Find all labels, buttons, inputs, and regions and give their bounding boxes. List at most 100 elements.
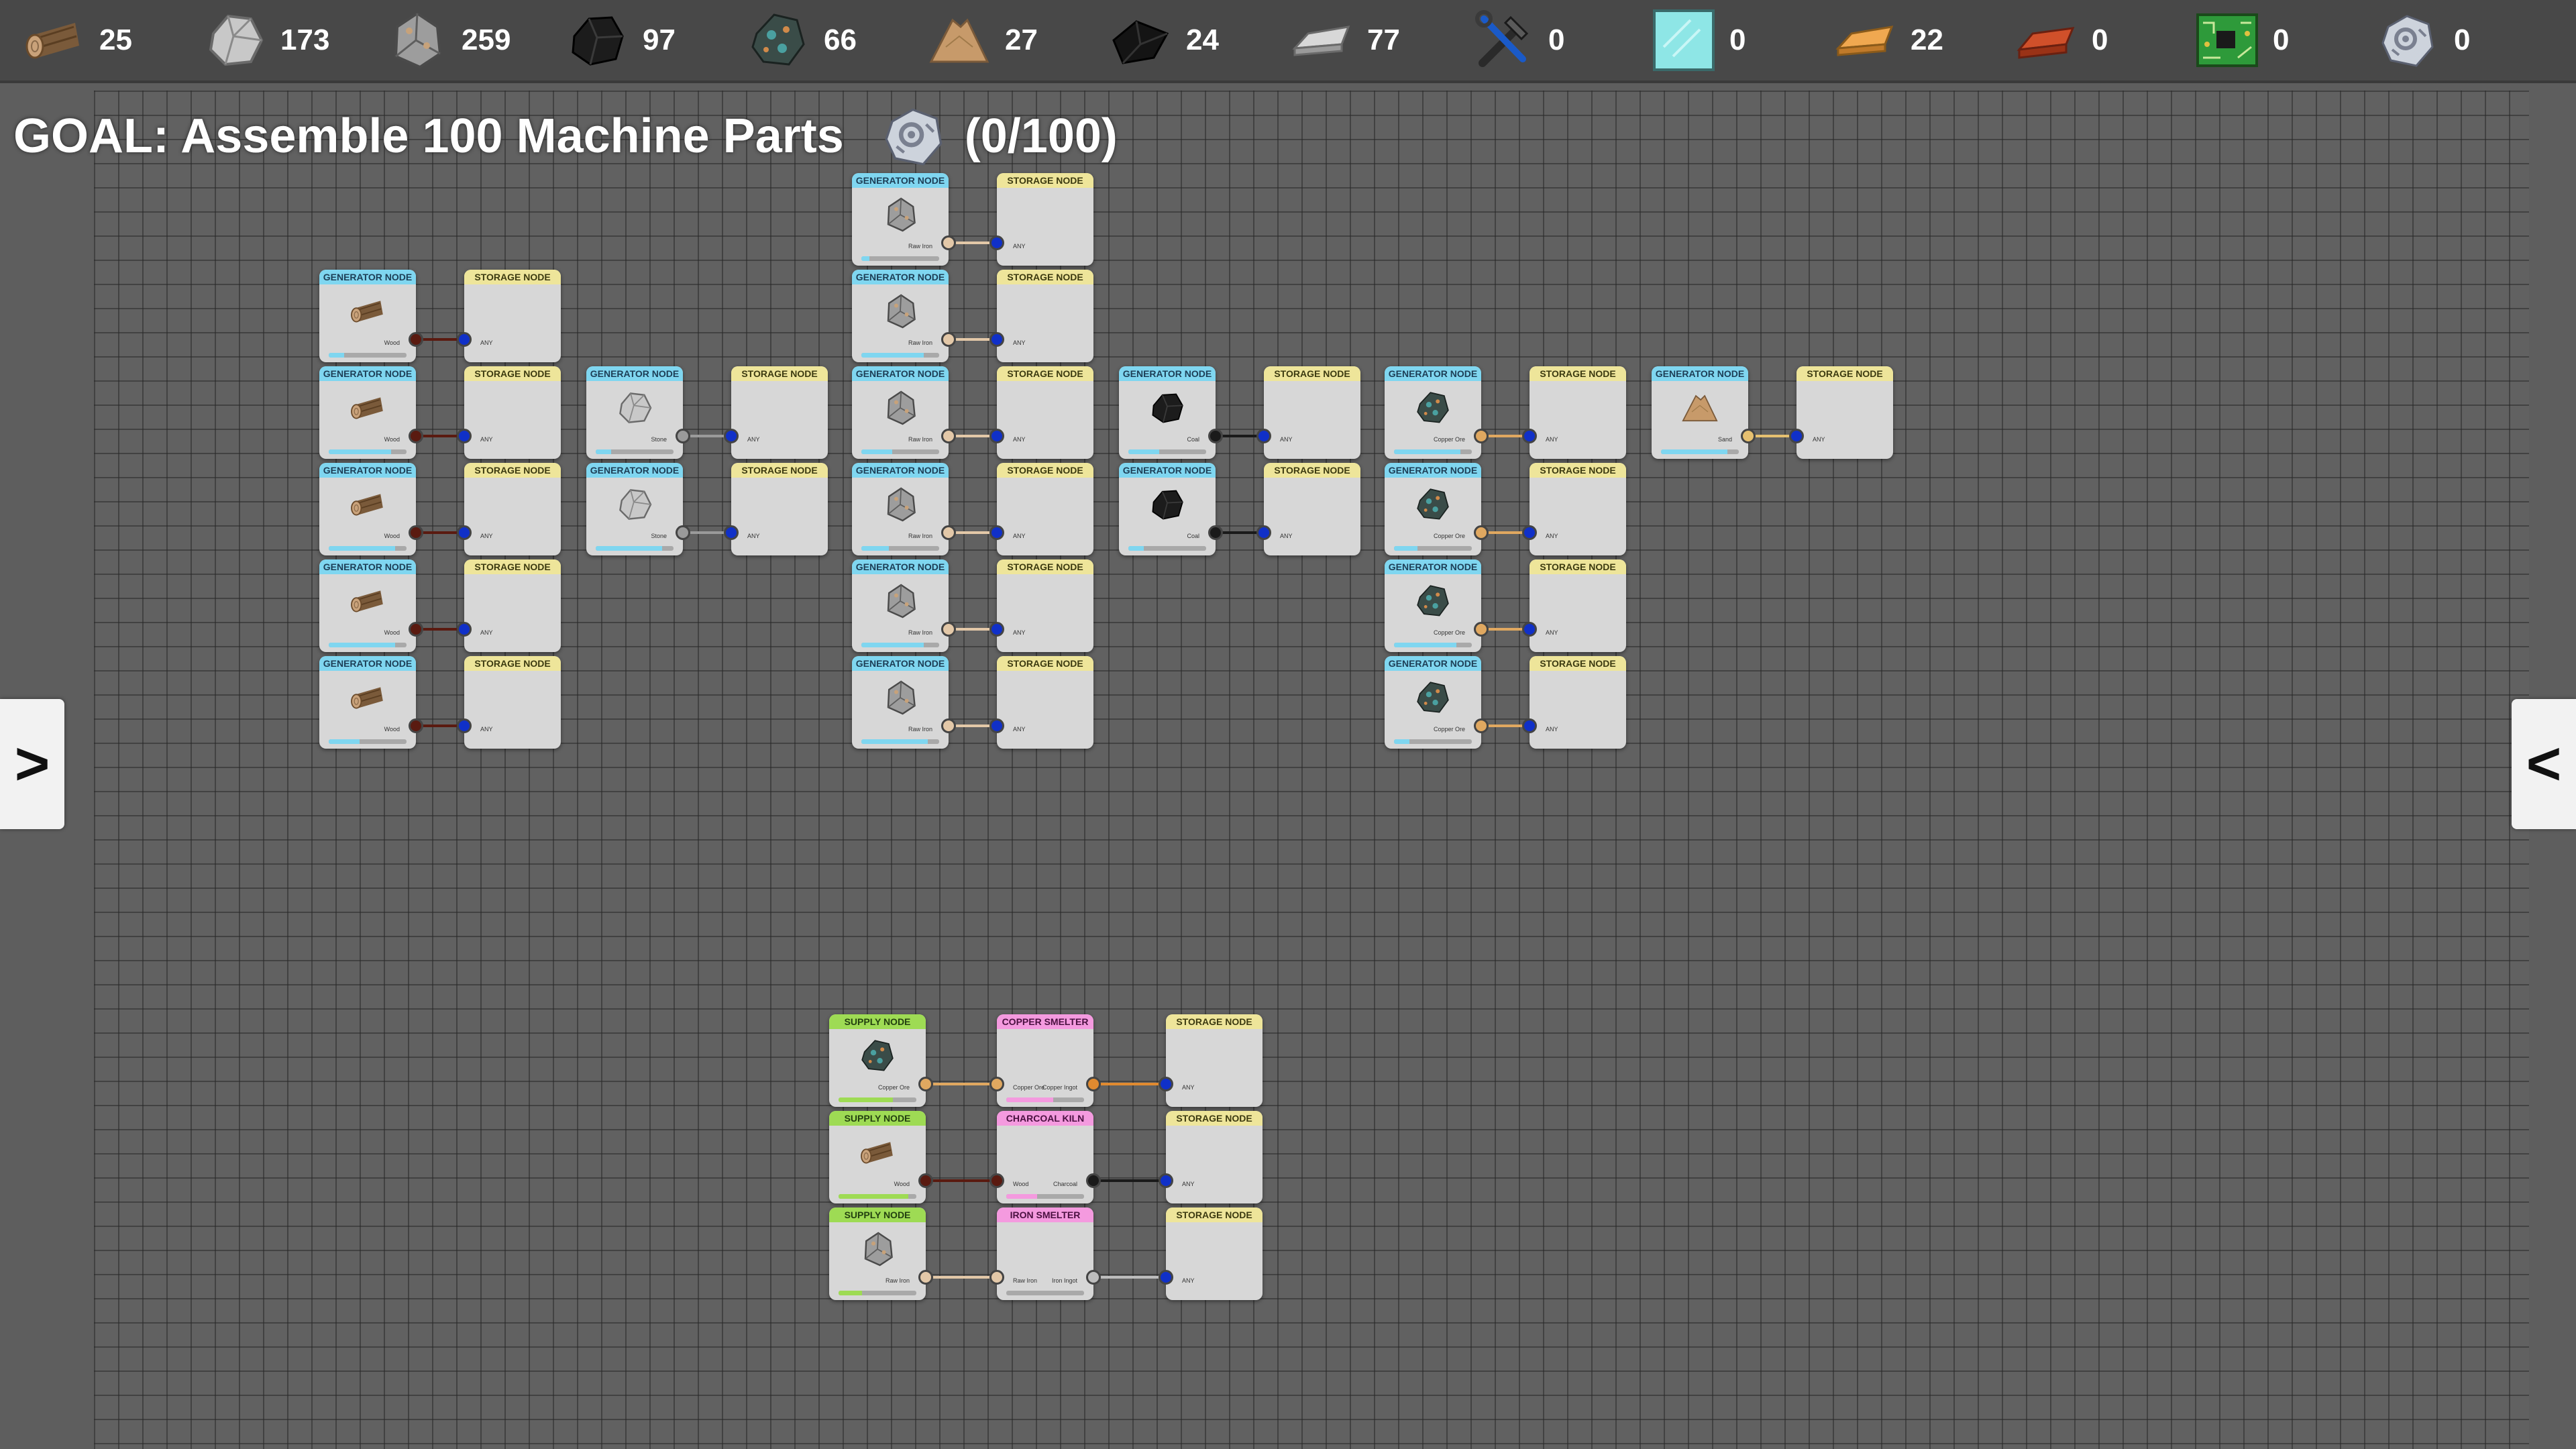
output-port[interactable] xyxy=(918,1270,933,1285)
generator-node-stone[interactable]: GENERATOR NODE Stone xyxy=(586,366,690,459)
input-port[interactable] xyxy=(1522,525,1537,540)
input-port[interactable] xyxy=(1522,718,1537,733)
storage-node[interactable]: STORAGE NODE ANY xyxy=(1256,366,1360,459)
output-port[interactable] xyxy=(409,429,423,443)
input-port[interactable] xyxy=(1159,1173,1173,1188)
storage-node[interactable]: STORAGE NODE ANY xyxy=(1522,366,1626,459)
storage-node[interactable]: STORAGE NODE ANY xyxy=(1159,1208,1263,1300)
input-port[interactable] xyxy=(989,235,1004,250)
input-port[interactable] xyxy=(457,718,472,733)
generator-node-wood[interactable]: GENERATOR NODE Wood xyxy=(319,270,423,362)
storage-node[interactable]: STORAGE NODE ANY xyxy=(989,366,1093,459)
output-port[interactable] xyxy=(409,332,423,347)
generator-node-wood[interactable]: GENERATOR NODE Wood xyxy=(319,366,423,459)
generator-node-copper-ore[interactable]: GENERATOR NODE Copper Ore xyxy=(1385,366,1489,459)
copper-smelter-node[interactable]: COPPER SMELTER Copper Ore Copper Ingot xyxy=(989,1014,1101,1107)
output-port[interactable] xyxy=(1208,429,1223,443)
iron-smelter-node[interactable]: IRON SMELTER Raw Iron Iron Ingot xyxy=(989,1208,1101,1300)
storage-node[interactable]: STORAGE NODE ANY xyxy=(989,173,1093,266)
input-port[interactable] xyxy=(1789,429,1804,443)
generator-node-raw-iron[interactable]: GENERATOR NODE Raw Iron xyxy=(852,463,956,555)
input-port[interactable] xyxy=(1159,1077,1173,1091)
storage-node[interactable]: STORAGE NODE ANY xyxy=(1789,366,1893,459)
output-port[interactable] xyxy=(409,622,423,637)
storage-node[interactable]: STORAGE NODE ANY xyxy=(724,366,828,459)
generator-node-coal[interactable]: GENERATOR NODE Coal xyxy=(1119,366,1223,459)
supply-node-wood[interactable]: SUPPLY NODE Wood xyxy=(829,1111,933,1203)
input-port[interactable] xyxy=(457,525,472,540)
generator-node-copper-ore[interactable]: GENERATOR NODE Copper Ore xyxy=(1385,559,1489,652)
input-port[interactable] xyxy=(457,332,472,347)
input-port[interactable] xyxy=(1159,1270,1173,1285)
generator-node-copper-ore[interactable]: GENERATOR NODE Copper Ore xyxy=(1385,656,1489,749)
output-port[interactable] xyxy=(1086,1077,1101,1091)
input-port[interactable] xyxy=(989,1173,1004,1188)
open-right-panel-button[interactable]: < xyxy=(2512,699,2576,829)
storage-node[interactable]: STORAGE NODE ANY xyxy=(1522,559,1626,652)
output-port[interactable] xyxy=(1474,525,1489,540)
output-port[interactable] xyxy=(1208,525,1223,540)
output-port[interactable] xyxy=(941,622,956,637)
input-port[interactable] xyxy=(724,525,739,540)
output-port[interactable] xyxy=(409,525,423,540)
input-port[interactable] xyxy=(989,1077,1004,1091)
storage-node[interactable]: STORAGE NODE ANY xyxy=(1159,1014,1263,1107)
storage-node[interactable]: STORAGE NODE ANY xyxy=(1159,1111,1263,1203)
output-port[interactable] xyxy=(1741,429,1756,443)
storage-node[interactable]: STORAGE NODE ANY xyxy=(457,463,561,555)
input-port[interactable] xyxy=(989,429,1004,443)
supply-node-raw-iron[interactable]: SUPPLY NODE Raw Iron xyxy=(829,1208,933,1300)
output-port[interactable] xyxy=(409,718,423,733)
input-port[interactable] xyxy=(989,332,1004,347)
output-port[interactable] xyxy=(941,525,956,540)
supply-node-copper-ore[interactable]: SUPPLY NODE Copper Ore xyxy=(829,1014,933,1107)
input-port[interactable] xyxy=(1522,429,1537,443)
generator-node-wood[interactable]: GENERATOR NODE Wood xyxy=(319,463,423,555)
storage-node[interactable]: STORAGE NODE ANY xyxy=(1522,463,1626,555)
storage-node[interactable]: STORAGE NODE ANY xyxy=(457,656,561,749)
storage-node[interactable]: STORAGE NODE ANY xyxy=(457,559,561,652)
factory-grid[interactable] xyxy=(94,91,2529,1449)
open-left-panel-button[interactable]: > xyxy=(0,699,64,829)
generator-node-raw-iron[interactable]: GENERATOR NODE Raw Iron xyxy=(852,366,956,459)
input-port[interactable] xyxy=(1256,525,1271,540)
input-port[interactable] xyxy=(989,1270,1004,1285)
output-port[interactable] xyxy=(1474,429,1489,443)
input-port[interactable] xyxy=(989,718,1004,733)
storage-node[interactable]: STORAGE NODE ANY xyxy=(989,559,1093,652)
output-port[interactable] xyxy=(676,429,690,443)
generator-node-raw-iron[interactable]: GENERATOR NODE Raw Iron xyxy=(852,559,956,652)
storage-node[interactable]: STORAGE NODE ANY xyxy=(1256,463,1360,555)
generator-node-raw-iron[interactable]: GENERATOR NODE Raw Iron xyxy=(852,173,956,266)
input-port[interactable] xyxy=(457,429,472,443)
storage-node[interactable]: STORAGE NODE ANY xyxy=(457,366,561,459)
generator-node-stone[interactable]: GENERATOR NODE Stone xyxy=(586,463,690,555)
storage-node[interactable]: STORAGE NODE ANY xyxy=(724,463,828,555)
storage-node[interactable]: STORAGE NODE ANY xyxy=(989,463,1093,555)
generator-node-wood[interactable]: GENERATOR NODE Wood xyxy=(319,559,423,652)
output-port[interactable] xyxy=(1086,1173,1101,1188)
storage-node[interactable]: STORAGE NODE ANY xyxy=(989,656,1093,749)
input-port[interactable] xyxy=(457,622,472,637)
output-port[interactable] xyxy=(676,525,690,540)
storage-node[interactable]: STORAGE NODE ANY xyxy=(989,270,1093,362)
output-port[interactable] xyxy=(941,235,956,250)
output-port[interactable] xyxy=(918,1173,933,1188)
storage-node[interactable]: STORAGE NODE ANY xyxy=(457,270,561,362)
output-port[interactable] xyxy=(918,1077,933,1091)
input-port[interactable] xyxy=(1256,429,1271,443)
generator-node-raw-iron[interactable]: GENERATOR NODE Raw Iron xyxy=(852,656,956,749)
output-port[interactable] xyxy=(1474,718,1489,733)
input-port[interactable] xyxy=(1522,622,1537,637)
output-port[interactable] xyxy=(941,429,956,443)
input-port[interactable] xyxy=(989,525,1004,540)
input-port[interactable] xyxy=(724,429,739,443)
output-port[interactable] xyxy=(1086,1270,1101,1285)
generator-node-raw-iron[interactable]: GENERATOR NODE Raw Iron xyxy=(852,270,956,362)
output-port[interactable] xyxy=(941,718,956,733)
generator-node-coal[interactable]: GENERATOR NODE Coal xyxy=(1119,463,1223,555)
generator-node-sand[interactable]: GENERATOR NODE Sand xyxy=(1652,366,1756,459)
generator-node-copper-ore[interactable]: GENERATOR NODE Copper Ore xyxy=(1385,463,1489,555)
charcoal-kiln-node[interactable]: CHARCOAL KILN Wood Charcoal xyxy=(989,1111,1101,1203)
output-port[interactable] xyxy=(941,332,956,347)
